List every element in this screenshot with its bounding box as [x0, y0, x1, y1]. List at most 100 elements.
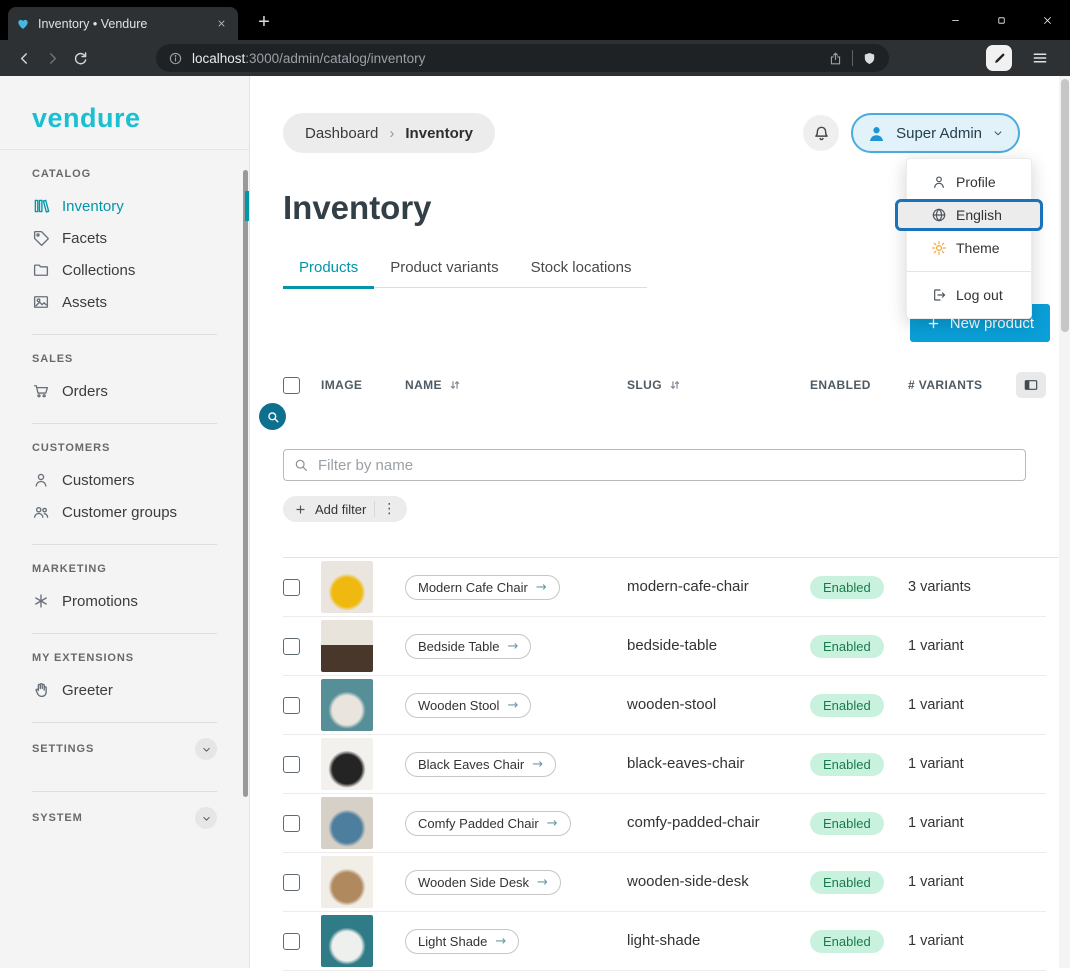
filter-bar — [283, 449, 1026, 481]
chevron-down-icon — [200, 743, 213, 756]
menu-item-theme[interactable]: Theme — [907, 233, 1031, 263]
row-checkbox[interactable] — [283, 756, 300, 773]
status-badge: Enabled — [810, 694, 884, 717]
row-enabled-cell: Enabled — [810, 576, 908, 599]
forward-button[interactable] — [38, 44, 66, 72]
column-header-name[interactable]: NAME — [405, 378, 627, 392]
row-name-cell: Comfy Padded Chair→ — [405, 811, 627, 836]
notifications-button[interactable] — [803, 115, 839, 151]
sidebar-item-collections[interactable]: Collections — [0, 254, 249, 286]
window-controls — [932, 0, 1070, 40]
share-icon[interactable] — [828, 51, 843, 66]
tab-products[interactable]: Products — [283, 251, 374, 289]
product-image — [321, 797, 373, 849]
column-label: NAME — [405, 378, 442, 392]
product-name: Modern Cafe Chair — [418, 580, 528, 595]
filter-input[interactable] — [283, 449, 1026, 481]
column-header-variants: # VARIANTS — [908, 378, 982, 392]
sidebar-item-customers[interactable]: Customers — [0, 464, 249, 496]
row-checkbox[interactable] — [283, 697, 300, 714]
scrollbar-thumb[interactable] — [1061, 79, 1069, 332]
sidebar-section-settings[interactable]: SETTINGS — [0, 723, 249, 775]
product-slug: wooden-side-desk — [627, 873, 749, 890]
user-dropdown: ProfileEnglishThemeLog out — [906, 158, 1032, 319]
sidebar-item-inventory[interactable]: Inventory — [0, 190, 249, 222]
url-path: :3000/admin/catalog/inventory — [245, 51, 425, 66]
kebab-menu-icon[interactable]: ⋮ — [374, 501, 396, 517]
row-checkbox[interactable] — [283, 638, 300, 655]
pencil-icon — [992, 51, 1007, 66]
product-slug: modern-cafe-chair — [627, 578, 749, 595]
tab-product-variants[interactable]: Product variants — [374, 251, 514, 289]
site-info-icon[interactable] — [168, 51, 183, 66]
breadcrumb-item-dashboard[interactable]: Dashboard — [305, 125, 378, 142]
table-row: Wooden Stool → wooden-stoolEnabled 1 varian… — [283, 676, 1046, 735]
browser-menu-button[interactable] — [1026, 44, 1054, 72]
brave-shield-icon[interactable] — [862, 51, 877, 66]
row-name-cell: Wooden Stool → — [405, 693, 627, 718]
tab-stock-locations[interactable]: Stock locations — [515, 251, 648, 289]
collapse-toggle-button[interactable] — [195, 807, 217, 829]
back-button[interactable] — [10, 44, 38, 72]
new-tab-button[interactable]: + — [252, 11, 276, 34]
menu-item-english[interactable]: English — [895, 199, 1043, 231]
sidebar-item-customer-groups[interactable]: Customer groups — [0, 496, 249, 528]
arrow-right-icon: → — [507, 698, 518, 713]
refresh-button[interactable] — [66, 44, 94, 72]
variant-count: 3 variants — [908, 579, 971, 595]
tab-close-button[interactable] — [212, 15, 230, 33]
sidebar-item-label: Facets — [62, 230, 107, 247]
row-checkbox-cell — [283, 756, 321, 773]
menu-item-profile[interactable]: Profile — [907, 167, 1031, 197]
sidebar-item-label: Collections — [62, 262, 135, 279]
sidebar-item-greeter[interactable]: Greeter — [0, 674, 249, 706]
column-settings-button[interactable] — [1016, 372, 1046, 398]
close-window-button[interactable] — [1024, 0, 1070, 40]
variant-count: 1 variant — [908, 638, 964, 654]
sidebar-item-promotions[interactable]: Promotions — [0, 585, 249, 617]
sidebar-item-label: Promotions — [62, 593, 138, 610]
sidebar-section-label: CUSTOMERS — [0, 424, 249, 464]
menu-item-log-out[interactable]: Log out — [907, 280, 1031, 310]
row-checkbox[interactable] — [283, 815, 300, 832]
sidebar-item-orders[interactable]: Orders — [0, 375, 249, 407]
column-label: IMAGE — [321, 378, 362, 392]
browser-tab[interactable]: Inventory • Vendure — [8, 7, 238, 40]
url-bar[interactable]: localhost:3000/admin/catalog/inventory — [156, 44, 889, 72]
product-name-chip[interactable]: Black Eaves Chair→ — [405, 752, 556, 777]
sidebar-item-facets[interactable]: Facets — [0, 222, 249, 254]
product-name-chip[interactable]: Modern Cafe Chair→ — [405, 575, 560, 600]
row-slug-cell: comfy-padded-chair — [627, 814, 810, 832]
row-checkbox[interactable] — [283, 874, 300, 891]
maximize-button[interactable] — [978, 0, 1024, 40]
product-name: Wooden Stool — [418, 698, 499, 713]
column-header-slug[interactable]: SLUG — [627, 378, 810, 392]
add-filter-button[interactable]: Add filter ⋮ — [283, 496, 407, 522]
select-all-checkbox[interactable] — [283, 377, 300, 394]
product-name-chip[interactable]: Bedside Table→ — [405, 634, 531, 659]
sidebar-item-assets[interactable]: Assets — [0, 286, 249, 318]
row-checkbox[interactable] — [283, 933, 300, 950]
sidebar-scrollbar[interactable] — [243, 170, 248, 797]
row-slug-cell: wooden-stool — [627, 696, 810, 714]
product-name-chip[interactable]: Light Shade→ — [405, 929, 519, 954]
row-variants-cell: 1 variant — [908, 932, 1046, 950]
product-name-chip[interactable]: Comfy Padded Chair→ — [405, 811, 571, 836]
variant-count: 1 variant — [908, 933, 964, 949]
minimize-button[interactable] — [932, 0, 978, 40]
table-header: IMAGE NAME SLUG ENABLED # VARIANTS — [283, 371, 1046, 399]
user-menu-button[interactable]: Super Admin — [851, 113, 1020, 153]
product-name-chip[interactable]: Wooden Side Desk→ — [405, 870, 561, 895]
sidebar-section-system[interactable]: SYSTEM — [0, 792, 249, 844]
row-checkbox[interactable] — [283, 579, 300, 596]
greeter-icon — [32, 681, 50, 699]
close-icon — [216, 18, 227, 29]
product-name-chip[interactable]: Wooden Stool → — [405, 693, 531, 718]
inventory-icon — [32, 197, 50, 215]
row-enabled-cell: Enabled — [810, 930, 908, 953]
variant-count: 1 variant — [908, 697, 964, 713]
extension-button[interactable] — [986, 45, 1012, 71]
search-button[interactable] — [259, 403, 286, 430]
column-label: SLUG — [627, 378, 662, 392]
collapse-toggle-button[interactable] — [195, 738, 217, 760]
